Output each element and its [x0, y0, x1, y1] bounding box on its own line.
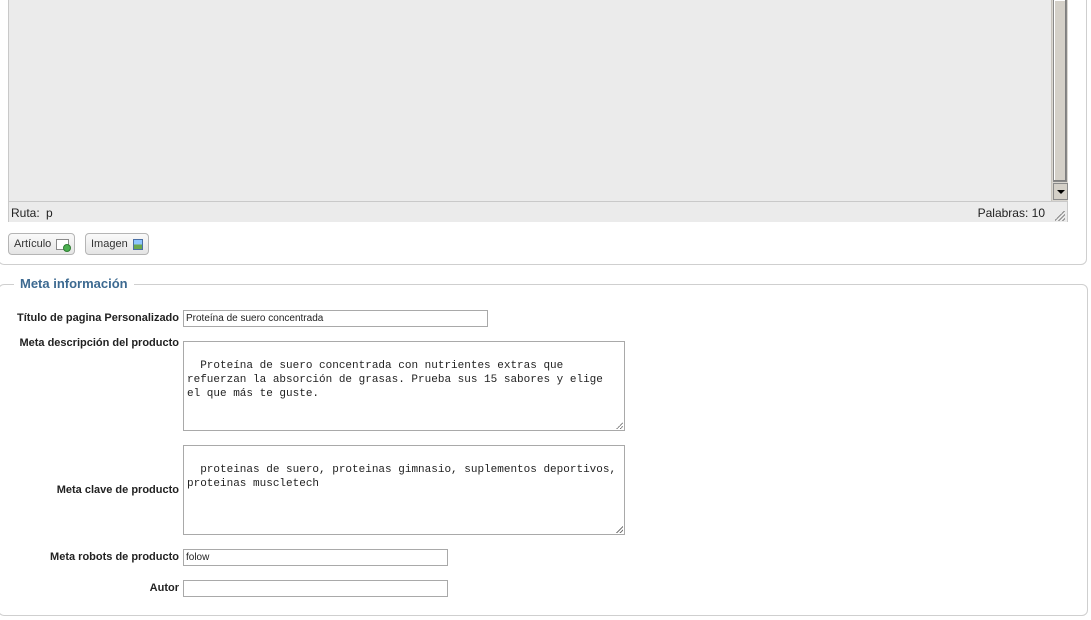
- textarea-resize-icon[interactable]: [616, 526, 623, 533]
- editor-content-area[interactable]: [9, 0, 1051, 201]
- editor-statusbar: Ruta: p Palabras: 10: [9, 201, 1067, 222]
- meta-description-label: Meta descripción del producto: [19, 337, 179, 349]
- resize-grip-icon[interactable]: [1055, 211, 1065, 221]
- editor-scrollbar[interactable]: [1051, 0, 1068, 201]
- author-label: Autor: [149, 582, 179, 594]
- meta-keywords-textarea[interactable]: proteinas de suero, proteinas gimnasio, …: [183, 445, 625, 535]
- insert-image-label: Imagen: [91, 238, 128, 250]
- rich-text-editor: Ruta: p Palabras: 10: [8, 0, 1068, 222]
- insert-article-label: Artículo: [14, 238, 52, 250]
- meta-keywords-text: proteinas de suero, proteinas gimnasio, …: [187, 464, 623, 490]
- meta-info-legend: Meta información: [14, 276, 134, 291]
- insert-article-button[interactable]: Artículo: [8, 233, 75, 255]
- status-path: Ruta: p: [11, 206, 53, 220]
- meta-robots-label: Meta robots de producto: [50, 551, 179, 563]
- meta-description-textarea[interactable]: Proteína de suero concentrada con nutrie…: [183, 341, 625, 431]
- page-title-label: Título de pagina Personalizado: [17, 312, 179, 324]
- arrow-down-icon: [1056, 189, 1065, 194]
- status-path-label: Ruta:: [11, 206, 40, 220]
- textarea-resize-icon[interactable]: [616, 422, 623, 429]
- meta-description-text: Proteína de suero concentrada con nutrie…: [187, 360, 610, 400]
- scroll-down-button[interactable]: [1053, 183, 1068, 200]
- page-title-input[interactable]: [183, 310, 488, 327]
- meta-robots-input[interactable]: [183, 549, 448, 566]
- status-path-element[interactable]: p: [46, 206, 53, 220]
- scrollbar-thumb[interactable]: [1053, 0, 1067, 182]
- meta-keywords-label: Meta clave de producto: [56, 484, 179, 496]
- insert-image-button[interactable]: Imagen: [85, 233, 149, 255]
- document-add-icon: [56, 238, 71, 252]
- word-count: Palabras: 10: [977, 206, 1045, 220]
- image-icon: [132, 238, 143, 250]
- author-input[interactable]: [183, 580, 448, 597]
